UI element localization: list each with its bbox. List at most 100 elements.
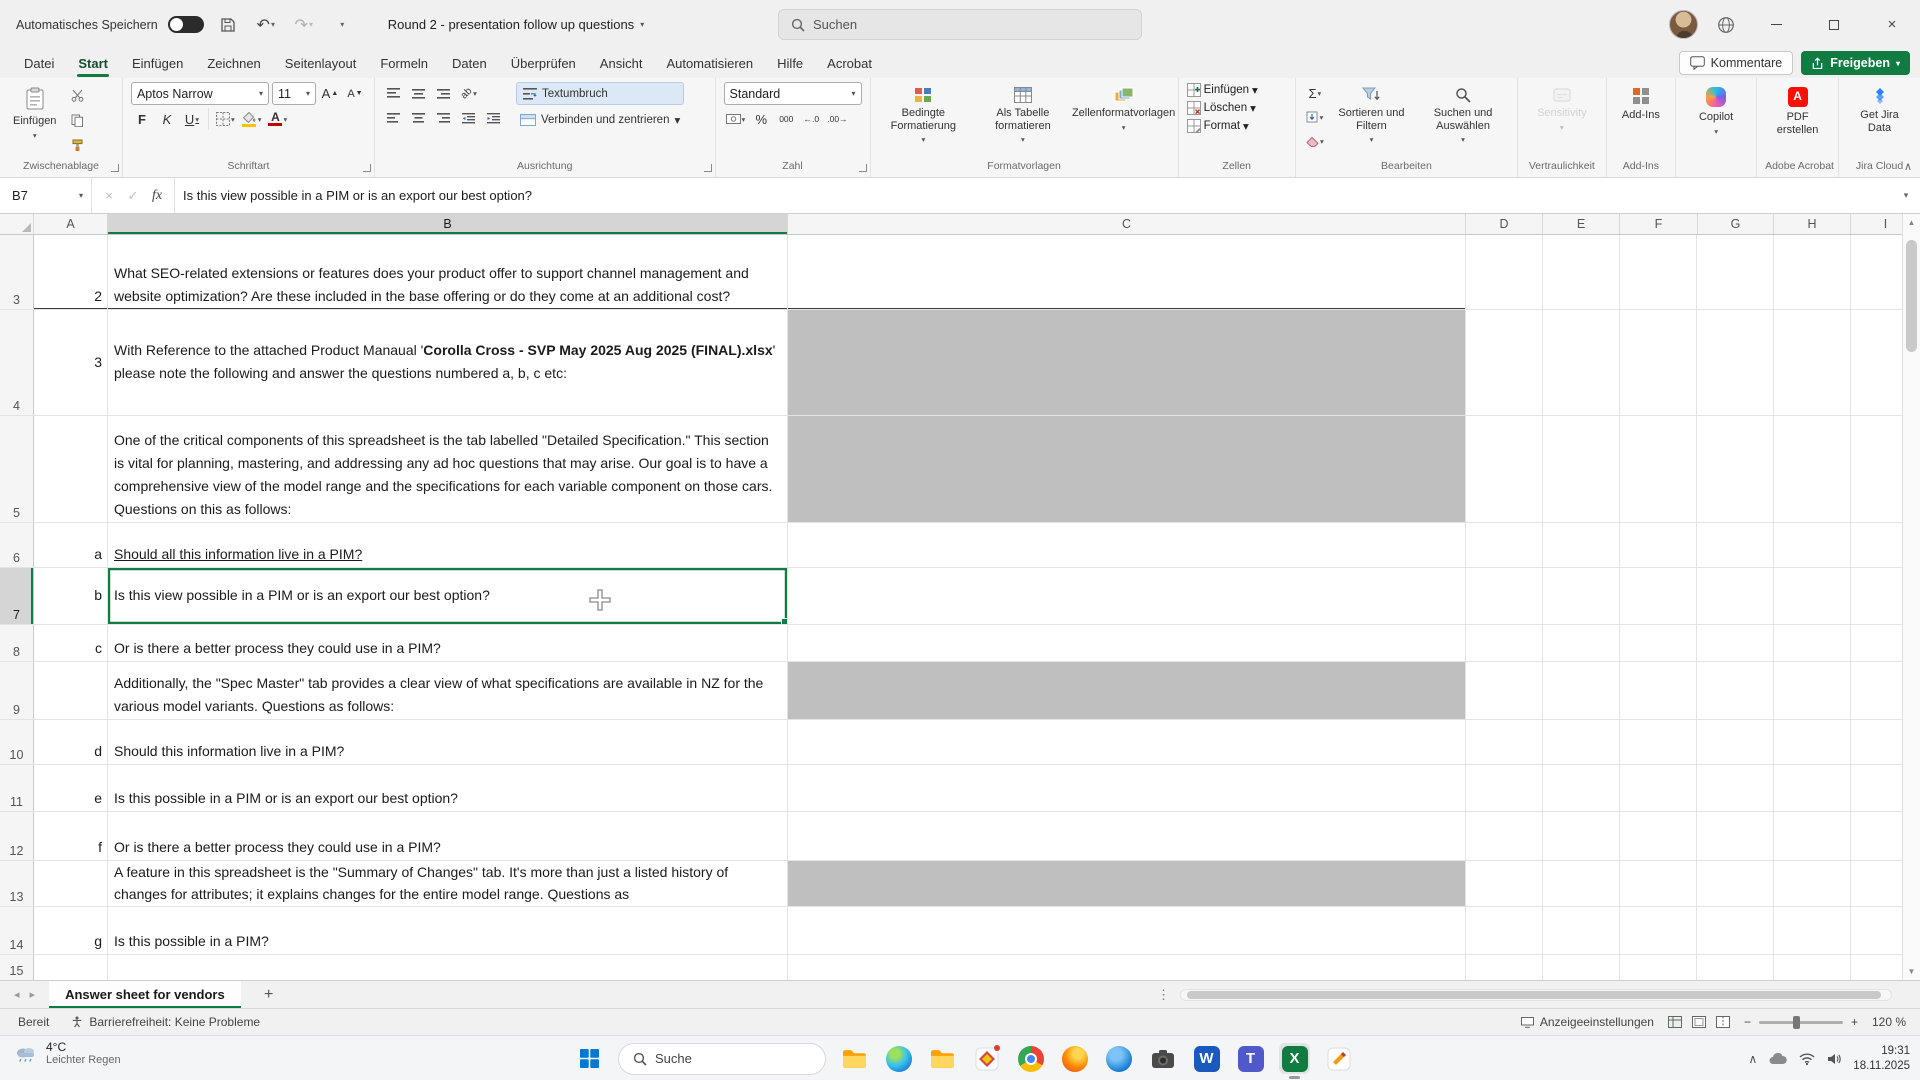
scroll-up-icon[interactable]: ▲ [1903, 214, 1920, 231]
cell-B13[interactable]: A feature in this spreadsheet is the "Su… [108, 861, 788, 906]
menu-tab-ansicht[interactable]: Ansicht [590, 51, 653, 78]
row-header-5[interactable]: 5 [0, 416, 34, 522]
row-header-3[interactable]: 3 [0, 235, 34, 309]
conditional-formatting-button[interactable]: Bedingte Formatierung ▾ [879, 82, 969, 147]
page-break-view-icon[interactable] [1715, 1016, 1730, 1028]
cells-D9-I9[interactable] [1466, 662, 1920, 719]
dialog-launcher-icon[interactable] [110, 164, 119, 172]
sheet-options-icon[interactable]: ⋮ [1157, 987, 1180, 1003]
cell-A9[interactable] [34, 662, 108, 719]
column-header-E[interactable]: E [1543, 214, 1620, 234]
fill-color-button[interactable]: ▾ [240, 108, 264, 130]
cells-D12-I12[interactable] [1466, 812, 1920, 860]
scroll-down-icon[interactable]: ▼ [1903, 963, 1920, 980]
cells-D11-I11[interactable] [1466, 765, 1920, 811]
cell-A7[interactable]: b [34, 568, 108, 624]
align-left-icon[interactable] [383, 107, 405, 129]
column-header-A[interactable]: A [34, 214, 108, 234]
align-right-icon[interactable] [433, 107, 455, 129]
cells-D10-I10[interactable] [1466, 720, 1920, 764]
underline-button[interactable]: U ▾ [181, 108, 203, 130]
sheet-nav-right-icon[interactable]: ▸ [30, 988, 36, 1001]
row-header-15[interactable]: 15 [0, 955, 34, 980]
share-button[interactable]: Freigeben ▾ [1801, 51, 1910, 75]
weather-widget[interactable]: 4°C Leichter Regen [14, 1040, 121, 1068]
column-header-B[interactable]: B [108, 214, 788, 234]
undo-button[interactable]: ↶ ▾ [252, 11, 280, 39]
minimize-button[interactable] [1754, 5, 1798, 45]
display-settings-button[interactable]: Anzeigeeinstellungen [1520, 1015, 1654, 1029]
merge-center-button[interactable]: Verbinden und zentrieren ▾ [516, 108, 684, 131]
comma-style-button[interactable]: 000 [775, 108, 797, 130]
increase-indent-icon[interactable] [483, 107, 505, 129]
dialog-launcher-icon[interactable] [858, 164, 867, 172]
cell-C7[interactable] [788, 568, 1466, 624]
start-button[interactable] [574, 1043, 605, 1074]
cell-C5[interactable] [788, 416, 1466, 522]
number-format-select[interactable]: Standard ▾ [723, 82, 862, 105]
align-center-icon[interactable] [408, 107, 430, 129]
decrease-font-icon[interactable]: A ▼ [344, 83, 366, 105]
row-header-8[interactable]: 8 [0, 625, 34, 661]
cell-B9[interactable]: Additionally, the "Spec Master" tab prov… [108, 662, 788, 719]
cell-C14[interactable] [788, 907, 1466, 954]
cell-A15[interactable] [34, 955, 108, 980]
get-jira-data-button[interactable]: Get Jira Data [1847, 82, 1912, 136]
cut-button[interactable] [66, 84, 88, 106]
excel-icon-active[interactable]: X [1279, 1043, 1310, 1079]
column-header-H[interactable]: H [1774, 214, 1851, 234]
cancel-icon[interactable]: × [98, 185, 120, 207]
formula-bar-expand-icon[interactable]: ▾ [1892, 178, 1920, 213]
taskbar-clock[interactable]: 19:31 18.11.2025 [1853, 1044, 1910, 1073]
cell-A14[interactable]: g [34, 907, 108, 954]
menu-tab-formeln[interactable]: Formeln [370, 51, 438, 78]
menu-tab-ueberpruefen[interactable]: Überprüfen [501, 51, 586, 78]
cell-B7-selected[interactable]: Is this view possible in a PIM or is an … [108, 568, 788, 624]
cell-A6[interactable]: a [34, 523, 108, 567]
cell-C4[interactable] [788, 310, 1466, 415]
format-painter-button[interactable] [66, 134, 88, 156]
cell-B15[interactable] [108, 955, 788, 980]
enter-icon[interactable]: ✓ [122, 185, 144, 207]
sheet-nav-left-icon[interactable]: ◂ [14, 988, 20, 1001]
row-header-6[interactable]: 6 [0, 523, 34, 567]
cell-B8[interactable]: Or is there a better process they could … [108, 625, 788, 661]
onedrive-cloud-icon[interactable] [1769, 1052, 1788, 1065]
cells-D13-I13[interactable] [1466, 861, 1920, 906]
column-header-F[interactable]: F [1620, 214, 1698, 234]
volume-icon[interactable] [1827, 1053, 1842, 1065]
cells-D7-I7[interactable] [1466, 568, 1920, 624]
cells-D15-I15[interactable] [1466, 955, 1920, 980]
decrease-decimal-button[interactable]: .00→ [825, 108, 849, 130]
cell-A12[interactable]: f [34, 812, 108, 860]
search-input[interactable]: Suchen [778, 9, 1142, 40]
word-icon[interactable]: W [1191, 1043, 1222, 1074]
bold-button[interactable]: F [131, 108, 153, 130]
wifi-icon[interactable] [1799, 1052, 1815, 1065]
row-header-14[interactable]: 14 [0, 907, 34, 954]
cells-D8-I8[interactable] [1466, 625, 1920, 661]
row-header-11[interactable]: 11 [0, 765, 34, 811]
close-button[interactable]: × [1870, 5, 1914, 45]
cell-A13[interactable] [34, 861, 108, 906]
cell-B12[interactable]: Or is there a better process they could … [108, 812, 788, 860]
cells-D3-I3[interactable] [1466, 235, 1920, 309]
menu-tab-automatisieren[interactable]: Automatisieren [656, 51, 763, 78]
cells-D5-I5[interactable] [1466, 416, 1920, 522]
select-all-corner[interactable] [0, 214, 34, 234]
autosum-button[interactable]: Σ ▾ [1304, 82, 1326, 104]
menu-tab-daten[interactable]: Daten [442, 51, 497, 78]
document-title[interactable]: Round 2 - presentation follow up questio… [380, 13, 652, 36]
zoom-slider[interactable] [1758, 1015, 1843, 1029]
redo-button[interactable]: ↷ ▾ [290, 11, 318, 39]
insert-cells-button[interactable]: Einfügen ▾ [1186, 83, 1258, 97]
column-header-C[interactable]: C [788, 214, 1466, 234]
cell-C9[interactable] [788, 662, 1466, 719]
cell-B3[interactable]: What SEO-related extensions or features … [108, 235, 788, 309]
sort-filter-button[interactable]: Sortieren und Filtern ▾ [1331, 82, 1412, 147]
font-name-select[interactable]: Aptos Narrow ▾ [130, 82, 269, 105]
row-header-4[interactable]: 4 [0, 310, 34, 415]
cell-B10[interactable]: Should this information live in a PIM? [108, 720, 788, 764]
menu-tab-zeichnen[interactable]: Zeichnen [197, 51, 270, 78]
decrease-indent-icon[interactable] [458, 107, 480, 129]
